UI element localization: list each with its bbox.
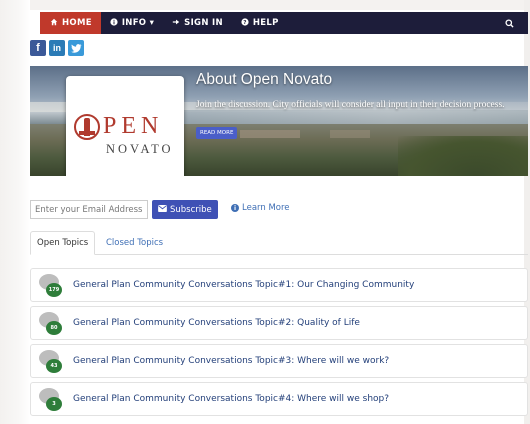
nav-help-label: HELP [252, 18, 279, 28]
nav-home-label: HOME [62, 18, 92, 28]
topic-tabs: Open Topics Closed Topics [30, 231, 528, 255]
nav-info-dropdown[interactable]: INFO ▾ [101, 12, 163, 34]
nav-sign-in-label: SIGN IN [184, 18, 223, 28]
logo-word: PEN [103, 113, 164, 139]
search-icon[interactable] [505, 18, 528, 28]
sign-in-icon [172, 18, 180, 28]
hero-description: Join the discussion. City officials will… [196, 100, 505, 110]
topic-item[interactable]: 179 General Plan Community Conversations… [30, 268, 528, 302]
nav-info-label: INFO ▾ [121, 18, 155, 28]
learn-more-label: Learn More [242, 203, 290, 213]
topic-title-link[interactable]: General Plan Community Conversations Top… [73, 394, 389, 404]
hero-hill [398, 136, 528, 176]
comment-count-icon: 43 [39, 350, 62, 373]
topic-item[interactable]: 43 General Plan Community Conversations … [30, 344, 528, 378]
nav-help-link[interactable]: ? HELP [232, 12, 288, 34]
linkedin-icon[interactable]: in [49, 40, 65, 56]
logo-clocktower-icon [74, 114, 100, 140]
hero-roof [240, 130, 300, 138]
top-strip [0, 0, 530, 10]
comment-count-icon: 179 [39, 274, 62, 297]
topic-title-link[interactable]: General Plan Community Conversations Top… [73, 318, 360, 328]
hero-banner: PEN NOVATO About Open Novato Join the di… [30, 66, 528, 176]
envelope-icon [158, 204, 167, 215]
home-icon [50, 18, 58, 28]
nav-home-link[interactable]: HOME [40, 12, 101, 34]
topic-title-link[interactable]: General Plan Community Conversations Top… [73, 280, 414, 290]
topic-item[interactable]: 3 General Plan Community Conversations T… [30, 382, 528, 416]
subscribe-label: Subscribe [170, 204, 212, 215]
open-novato-logo: PEN NOVATO [66, 76, 184, 176]
social-links: f in [30, 40, 84, 56]
hero-bay [180, 110, 528, 124]
left-edge [0, 0, 30, 424]
twitter-icon[interactable] [68, 40, 84, 56]
info-circle-icon: i [231, 204, 239, 212]
tab-open-topics[interactable]: Open Topics [30, 231, 96, 255]
hero-roof [330, 130, 370, 138]
facebook-icon[interactable]: f [30, 40, 46, 56]
topic-title-link[interactable]: General Plan Community Conversations Top… [73, 356, 389, 366]
comment-count: 179 [46, 283, 62, 297]
comment-count-icon: 80 [39, 312, 62, 335]
read-more-button[interactable]: READ MORE [196, 127, 238, 139]
hero-title: About Open Novato [196, 71, 333, 88]
topic-item[interactable]: 80 General Plan Community Conversations … [30, 306, 528, 340]
comment-count-icon: 3 [39, 388, 62, 411]
learn-more-link[interactable]: i Learn More [231, 203, 290, 213]
info-icon [110, 18, 118, 28]
subscribe-button[interactable]: Subscribe [152, 200, 218, 219]
logo-subword: NOVATO [106, 142, 174, 156]
svg-text:?: ? [243, 20, 247, 26]
top-navbar: HOME INFO ▾ SIGN IN ? HELP [40, 12, 528, 34]
nav-sign-in-link[interactable]: SIGN IN [163, 12, 232, 34]
help-icon: ? [241, 18, 249, 28]
email-input[interactable] [30, 200, 148, 219]
tab-closed-topics[interactable]: Closed Topics [100, 231, 169, 255]
comment-count: 3 [46, 397, 62, 411]
comment-count: 43 [46, 359, 62, 373]
comment-count: 80 [46, 321, 62, 335]
